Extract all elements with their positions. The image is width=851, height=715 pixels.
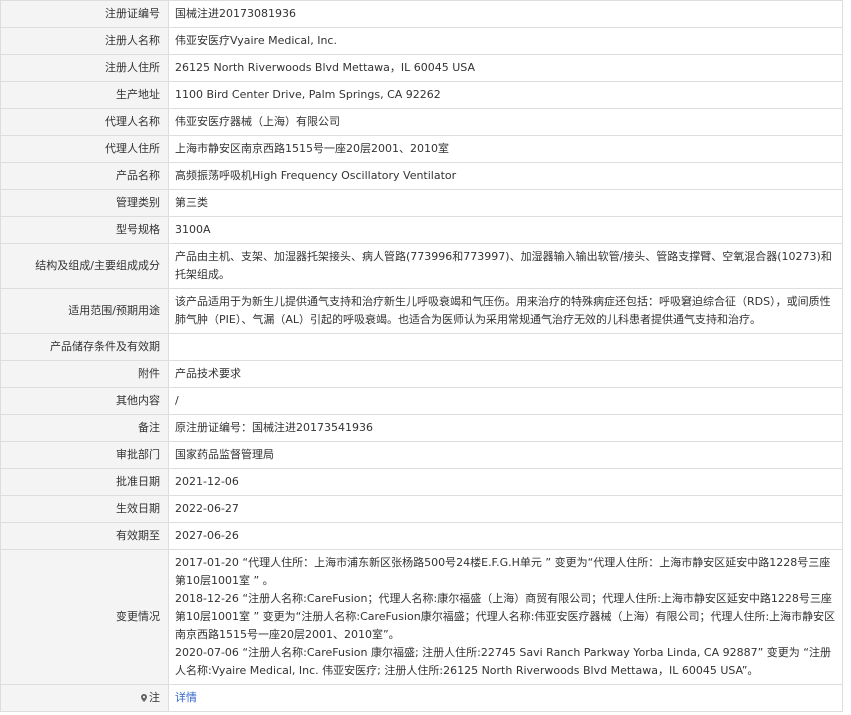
field-label: 变更情况 (0, 549, 169, 685)
field-label: 审批部门 (0, 441, 169, 469)
field-label: 注册证编号 (0, 0, 169, 28)
field-label: 代理人住所 (0, 135, 169, 163)
row-agent-name: 代理人名称 伟亚安医疗器械（上海）有限公司 (0, 108, 843, 136)
row-registration-number: 注册证编号 国械注进20173081936 (0, 0, 843, 28)
field-label: 注册人名称 (0, 27, 169, 55)
field-label: 有效期至 (0, 522, 169, 550)
field-value: 产品由主机、支架、加湿器托架接头、病人管路(773996和773997)、加湿器… (168, 243, 843, 289)
field-value: / (168, 387, 843, 415)
change-entry: 2018-12-26 “注册人名称:CareFusion；代理人名称:康尔福盛（… (175, 592, 836, 641)
row-approval-date: 批准日期 2021-12-06 (0, 468, 843, 496)
note-label-cell: 注 (0, 684, 169, 712)
row-expiry-date: 有效期至 2027-06-26 (0, 522, 843, 550)
field-value: 产品技术要求 (168, 360, 843, 388)
row-note: 注 详情 (0, 684, 843, 712)
row-structure-composition: 结构及组成/主要组成成分 产品由主机、支架、加湿器托架接头、病人管路(77399… (0, 243, 843, 289)
row-storage-conditions: 产品储存条件及有效期 (0, 333, 843, 361)
field-label: 产品名称 (0, 162, 169, 190)
field-value: 3100A (168, 216, 843, 244)
row-agent-address: 代理人住所 上海市静安区南京西路1515号一座20层2001、2010室 (0, 135, 843, 163)
field-label: 注册人住所 (0, 54, 169, 82)
field-value: 原注册证编号：国械注进20173541936 (168, 414, 843, 442)
field-label: 其他内容 (0, 387, 169, 415)
change-entry: 2020-07-06 “注册人名称:CareFusion 康尔福盛; 注册人住所… (175, 646, 831, 677)
details-link[interactable]: 详情 (175, 691, 197, 704)
registration-info-table: 注册证编号 国械注进20173081936 注册人名称 伟亚安医疗Vyaire … (0, 0, 843, 712)
row-registrant-address: 注册人住所 26125 North Riverwoods Blvd Mettaw… (0, 54, 843, 82)
field-value: 国械注进20173081936 (168, 0, 843, 28)
row-production-address: 生产地址 1100 Bird Center Drive, Palm Spring… (0, 81, 843, 109)
field-value: 该产品适用于为新生儿提供通气支持和治疗新生儿呼吸衰竭和气压伤。用来治疗的特殊病症… (168, 288, 843, 334)
field-label: 管理类别 (0, 189, 169, 217)
row-model-spec: 型号规格 3100A (0, 216, 843, 244)
row-management-category: 管理类别 第三类 (0, 189, 843, 217)
field-label: 型号规格 (0, 216, 169, 244)
pin-icon (141, 694, 147, 702)
field-value (168, 333, 843, 361)
row-attachments: 附件 产品技术要求 (0, 360, 843, 388)
field-label: 生产地址 (0, 81, 169, 109)
field-value: 1100 Bird Center Drive, Palm Springs, CA… (168, 81, 843, 109)
row-approval-department: 审批部门 国家药品监督管理局 (0, 441, 843, 469)
field-label: 代理人名称 (0, 108, 169, 136)
note-label: 注 (149, 691, 160, 704)
field-label: 产品储存条件及有效期 (0, 333, 169, 361)
row-product-name: 产品名称 高频振荡呼吸机High Frequency Oscillatory V… (0, 162, 843, 190)
change-history-value: 2017-01-20 “代理人住所：上海市浦东新区张杨路500号24楼E.F.G… (168, 549, 843, 685)
row-remarks: 备注 原注册证编号：国械注进20173541936 (0, 414, 843, 442)
field-value: 伟亚安医疗器械（上海）有限公司 (168, 108, 843, 136)
row-intended-use: 适用范围/预期用途 该产品适用于为新生儿提供通气支持和治疗新生儿呼吸衰竭和气压伤… (0, 288, 843, 334)
field-value: 高频振荡呼吸机High Frequency Oscillatory Ventil… (168, 162, 843, 190)
field-value: 2022-06-27 (168, 495, 843, 523)
row-effective-date: 生效日期 2022-06-27 (0, 495, 843, 523)
field-label: 备注 (0, 414, 169, 442)
field-value: 上海市静安区南京西路1515号一座20层2001、2010室 (168, 135, 843, 163)
field-label: 生效日期 (0, 495, 169, 523)
field-label: 结构及组成/主要组成成分 (0, 243, 169, 289)
field-value: 2021-12-06 (168, 468, 843, 496)
row-change-history: 变更情况 2017-01-20 “代理人住所：上海市浦东新区张杨路500号24楼… (0, 549, 843, 685)
change-entry: 2017-01-20 “代理人住所：上海市浦东新区张杨路500号24楼E.F.G… (175, 556, 831, 587)
field-value: 26125 North Riverwoods Blvd Mettawa，IL 6… (168, 54, 843, 82)
field-label: 批准日期 (0, 468, 169, 496)
field-value: 第三类 (168, 189, 843, 217)
note-value: 详情 (168, 684, 843, 712)
row-other-content: 其他内容 / (0, 387, 843, 415)
field-label: 附件 (0, 360, 169, 388)
field-value: 伟亚安医疗Vyaire Medical, Inc. (168, 27, 843, 55)
field-value: 国家药品监督管理局 (168, 441, 843, 469)
row-registrant-name: 注册人名称 伟亚安医疗Vyaire Medical, Inc. (0, 27, 843, 55)
field-value: 2027-06-26 (168, 522, 843, 550)
field-label: 适用范围/预期用途 (0, 288, 169, 334)
